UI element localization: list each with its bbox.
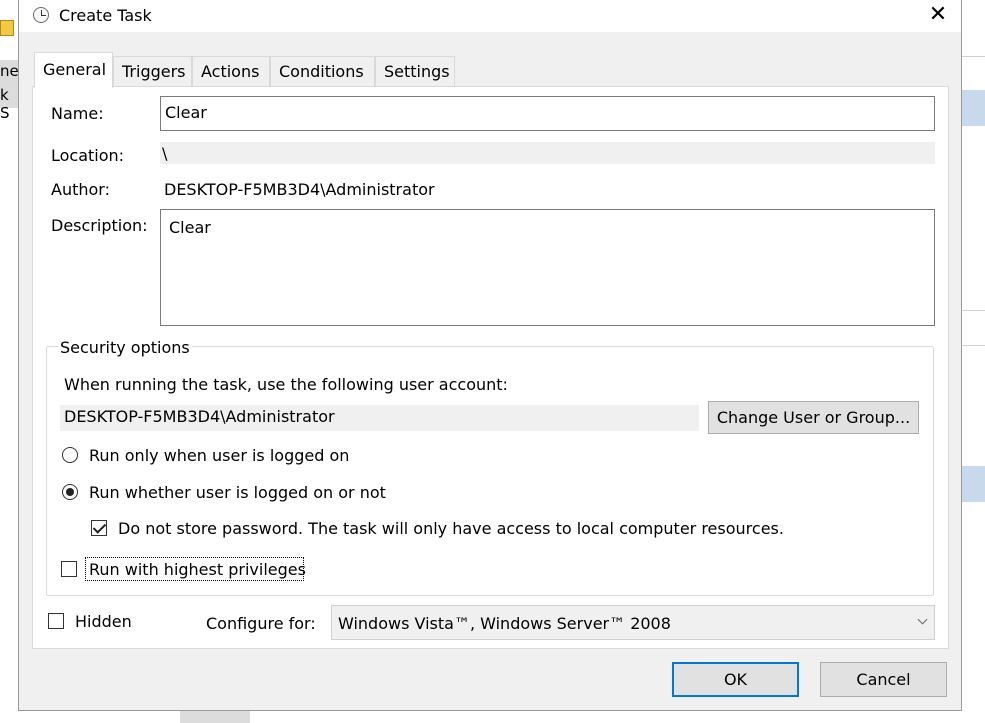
divider — [962, 56, 985, 57]
change-user-button[interactable]: Change User or Group... — [708, 401, 919, 434]
name-input[interactable]: Clear — [160, 96, 935, 131]
name-label: Name: — [51, 104, 104, 123]
background-window-right — [962, 0, 985, 723]
configure-for-select[interactable]: Windows Vista™, Windows Server™ 2008 — [331, 605, 935, 640]
chevron-down-icon — [917, 614, 928, 625]
location-value: \ — [160, 142, 935, 164]
description-textarea[interactable]: Clear — [160, 209, 935, 326]
tab-general[interactable]: General — [34, 52, 113, 88]
background-window-left: ne k S — [0, 0, 19, 723]
clock-icon — [33, 7, 49, 23]
author-value: DESKTOP-F5MB3D4\Administrator — [164, 180, 435, 199]
security-options-label: Security options — [58, 338, 192, 357]
window-title: Create Task — [59, 6, 152, 25]
divider — [962, 310, 985, 311]
account-prompt: When running the task, use the following… — [64, 375, 508, 394]
no-store-password-checkbox[interactable] — [91, 520, 107, 536]
close-button[interactable]: ✕ — [915, 0, 961, 32]
background-scrollbar — [180, 711, 250, 723]
background-text: k S — [0, 86, 10, 122]
tab-triggers[interactable]: Triggers — [113, 56, 192, 86]
create-task-dialog: Create Task ✕ General Triggers Actions C… — [18, 0, 962, 711]
ok-button[interactable]: OK — [672, 662, 799, 697]
background-text: ne — [0, 62, 19, 80]
divider — [962, 345, 985, 346]
hidden-checkbox[interactable] — [48, 613, 64, 629]
user-account-value: DESKTOP-F5MB3D4\Administrator — [60, 405, 699, 431]
folder-icon — [0, 20, 14, 36]
highest-privileges-label[interactable]: Run with highest privileges — [89, 560, 306, 579]
run-logged-on-label[interactable]: Run only when user is logged on — [89, 446, 349, 465]
tab-settings[interactable]: Settings — [375, 56, 455, 86]
tab-actions[interactable]: Actions — [192, 56, 270, 86]
highest-privileges-checkbox[interactable] — [61, 561, 77, 577]
hidden-label[interactable]: Hidden — [75, 612, 132, 631]
run-logged-on-radio[interactable] — [62, 447, 78, 463]
background-row-highlight — [962, 466, 985, 502]
description-label: Description: — [51, 216, 148, 235]
no-store-password-label[interactable]: Do not store password. The task will onl… — [118, 519, 784, 538]
background-row-highlight — [962, 90, 985, 126]
configure-for-value: Windows Vista™, Windows Server™ 2008 — [338, 614, 671, 633]
cancel-button[interactable]: Cancel — [820, 662, 947, 697]
author-label: Author: — [51, 180, 110, 199]
background-window-bottom — [0, 711, 985, 723]
tab-conditions[interactable]: Conditions — [270, 56, 375, 86]
configure-for-label: Configure for: — [206, 614, 316, 633]
run-whether-logged-label[interactable]: Run whether user is logged on or not — [89, 483, 386, 502]
location-label: Location: — [51, 146, 125, 165]
run-whether-logged-radio[interactable] — [62, 484, 78, 500]
title-bar: Create Task ✕ — [19, 0, 961, 32]
